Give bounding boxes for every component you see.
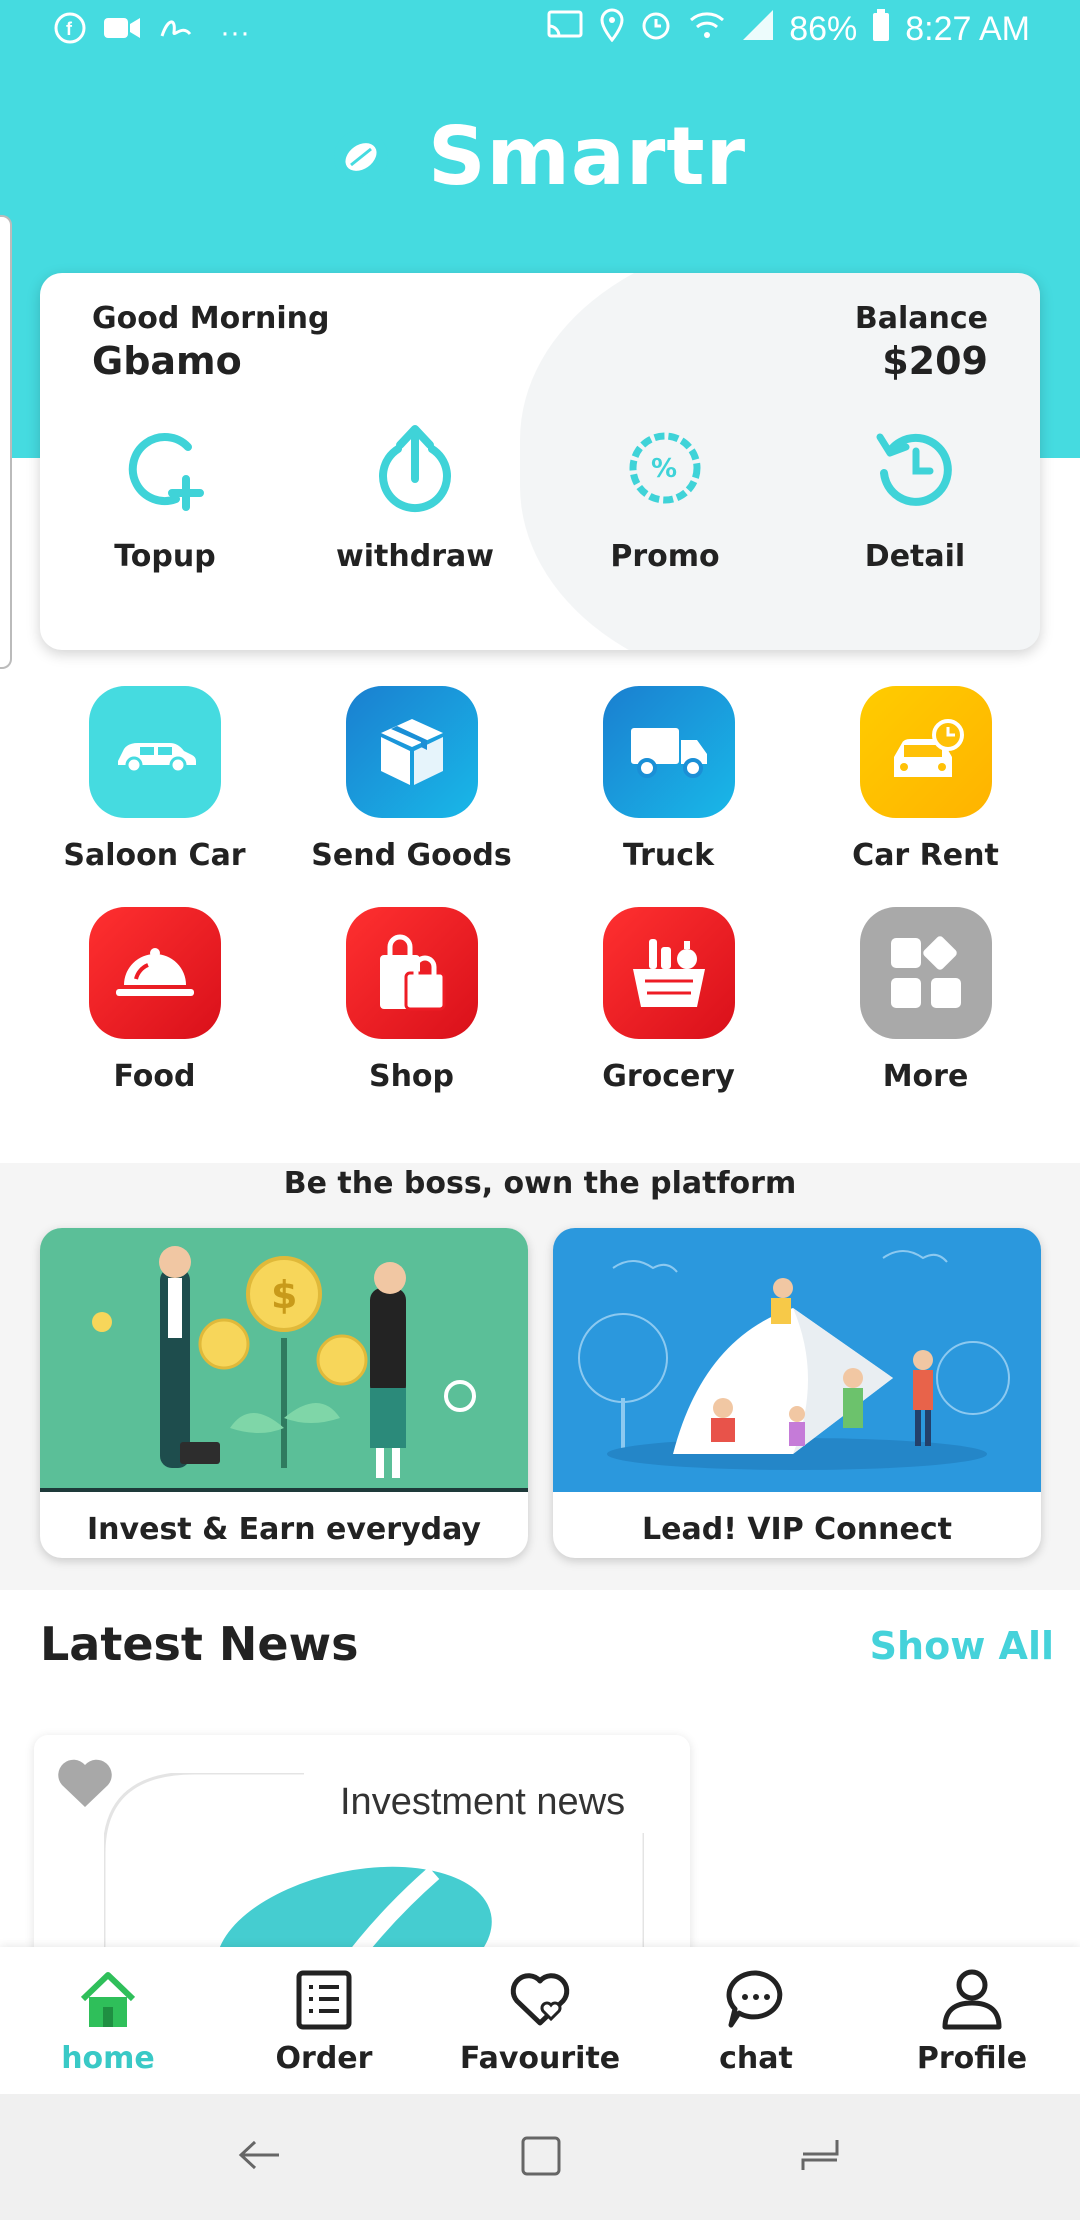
home-button-icon[interactable] <box>515 2130 565 2184</box>
nav-home[interactable]: home <box>0 1947 216 2094</box>
clock: 8:27 AM <box>905 10 1030 48</box>
truck-icon <box>602 686 735 818</box>
greeting-text: Good Morning <box>92 301 330 336</box>
show-all-link[interactable]: Show All <box>870 1624 1054 1668</box>
service-label: Send Goods <box>311 838 512 873</box>
recent-apps-icon[interactable] <box>795 2130 845 2184</box>
wallet-actions: Topup withdraw % Promo Detail <box>40 423 1040 574</box>
alarm-icon <box>639 8 673 51</box>
nav-order-label: Order <box>275 2041 373 2076</box>
user-name: Gbamo <box>92 339 242 383</box>
status-left: f ··· <box>54 12 250 53</box>
promo-icon: % <box>629 432 701 504</box>
latest-news-title: Latest News <box>40 1617 359 1671</box>
balance-label: Balance <box>854 301 988 336</box>
services-grid: Saloon Car Send Goods Truck Car Rent Foo… <box>0 686 1080 1094</box>
service-label: Grocery <box>602 1059 735 1094</box>
status-right: 86% 8:27 AM <box>545 8 1030 51</box>
service-saloon-car[interactable]: Saloon Car <box>26 686 283 873</box>
nav-profile-label: Profile <box>916 2041 1028 2076</box>
back-icon[interactable] <box>235 2130 285 2184</box>
service-label: More <box>882 1059 969 1094</box>
promo-label: Promo <box>610 539 720 574</box>
status-bar: f ··· 86% 8:27 AM <box>0 0 1080 64</box>
service-food[interactable]: Food <box>26 907 283 1094</box>
promo-card-label: Invest & Earn everyday <box>87 1512 481 1547</box>
service-label: Food <box>113 1059 196 1094</box>
bottom-navigation: home Order Favourite chat Profile <box>0 1947 1080 2094</box>
svg-text:%: % <box>651 454 677 484</box>
wallet-card: Good Morning Gbamo Balance $209 Topup wi… <box>40 273 1040 650</box>
grocery-basket-icon <box>602 907 735 1039</box>
detail-label: Detail <box>864 539 966 574</box>
app-title: Smartr <box>427 110 747 203</box>
svg-text:$: $ <box>271 1273 297 1317</box>
nav-order[interactable]: Order <box>216 1947 432 2094</box>
order-list-icon <box>296 1970 352 2030</box>
withdraw-label: withdraw <box>336 539 494 574</box>
cloche-icon <box>88 907 221 1039</box>
shopping-bag-icon <box>345 907 478 1039</box>
service-label: Shop <box>368 1059 455 1094</box>
chat-icon <box>726 1970 783 2028</box>
service-label: Truck <box>622 838 715 873</box>
service-car-rent[interactable]: Car Rent <box>797 686 1054 873</box>
profile-icon <box>942 1969 1002 2030</box>
more-notifications: ··· <box>220 15 250 49</box>
signature-icon <box>158 12 194 53</box>
history-icon <box>876 433 952 506</box>
service-truck[interactable]: Truck <box>540 686 797 873</box>
home-icon <box>80 1972 136 2027</box>
nav-chat[interactable]: chat <box>648 1947 864 2094</box>
car-rent-icon <box>859 686 992 818</box>
service-more[interactable]: More <box>797 907 1054 1094</box>
service-label: Car Rent <box>852 838 999 873</box>
service-label: Saloon Car <box>63 838 246 873</box>
nav-chat-label: chat <box>719 2041 793 2076</box>
location-icon <box>599 8 625 51</box>
app-header: Smartr <box>0 110 1080 203</box>
invest-illustration: $ <box>40 1228 528 1492</box>
svg-text:f: f <box>66 19 73 39</box>
promo-button[interactable]: % Promo <box>540 423 790 574</box>
nav-favourite-label: Favourite <box>459 2041 621 2076</box>
nav-favourite[interactable]: Favourite <box>432 1947 648 2094</box>
edge-panel-handle[interactable] <box>0 215 12 669</box>
nav-profile[interactable]: Profile <box>864 1947 1080 2094</box>
car-icon <box>88 686 221 818</box>
news-item-label: Investment news <box>340 1781 626 1823</box>
balance-value: $209 <box>882 339 988 383</box>
promo-title: Be the boss, own the platform <box>283 1166 797 1201</box>
cast-icon <box>545 8 585 51</box>
signal-icon <box>741 8 775 51</box>
topup-icon <box>128 433 204 511</box>
wifi-icon <box>687 8 727 51</box>
package-icon <box>345 686 478 818</box>
withdraw-icon <box>379 425 451 513</box>
facebook-icon: f <box>54 12 86 53</box>
vip-connect-illustration <box>553 1228 1041 1492</box>
service-shop[interactable]: Shop <box>283 907 540 1094</box>
nav-home-label: home <box>61 2041 155 2076</box>
heart-icon <box>510 1973 570 2026</box>
detail-button[interactable]: Detail <box>790 423 1040 574</box>
service-send-goods[interactable]: Send Goods <box>283 686 540 873</box>
promo-card-label: Lead! VIP Connect <box>642 1512 952 1547</box>
battery-percent: 86% <box>789 10 858 48</box>
battery-icon <box>871 8 891 51</box>
grid-icon <box>859 907 992 1039</box>
withdraw-button[interactable]: withdraw <box>290 423 540 574</box>
video-icon <box>102 12 142 53</box>
invest-earn-card[interactable]: $ Invest & Earn everyday <box>40 1228 528 1558</box>
system-navigation-bar <box>0 2094 1080 2220</box>
app-logo-icon <box>333 129 388 184</box>
topup-label: Topup <box>114 539 216 574</box>
service-grocery[interactable]: Grocery <box>540 907 797 1094</box>
topup-button[interactable]: Topup <box>40 423 290 574</box>
vip-connect-card[interactable]: Lead! VIP Connect <box>553 1228 1041 1558</box>
